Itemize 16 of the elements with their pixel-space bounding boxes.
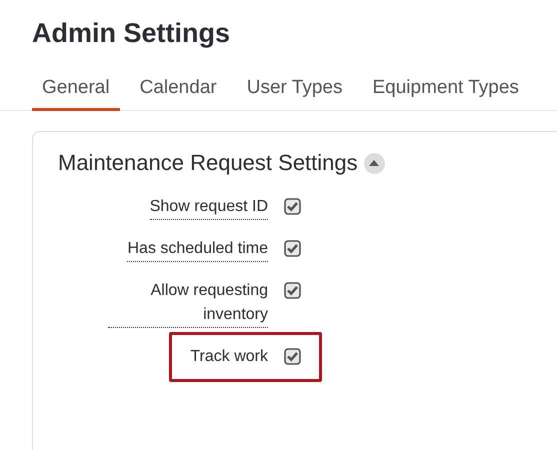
tab[interactable]: User Types: [236, 77, 352, 111]
setting-label: Track work: [190, 347, 268, 367]
tab[interactable]: Equipment Types: [362, 77, 529, 111]
setting-label: Show request ID: [150, 195, 268, 220]
checkbox[interactable]: [284, 348, 301, 365]
setting-label: Has scheduled time: [127, 237, 268, 262]
caret-icon: [369, 160, 380, 166]
tab[interactable]: General: [32, 77, 120, 111]
section-title: Maintenance Request Settings: [58, 150, 358, 176]
collapse-button[interactable]: [364, 152, 385, 174]
checkbox[interactable]: [284, 198, 301, 215]
setting-label: Allow requesting inventory: [108, 279, 268, 328]
checkbox[interactable]: [284, 282, 301, 299]
page-title: Admin Settings: [31, 17, 232, 49]
checkbox[interactable]: [284, 240, 301, 257]
tab[interactable]: Calendar: [130, 77, 227, 111]
